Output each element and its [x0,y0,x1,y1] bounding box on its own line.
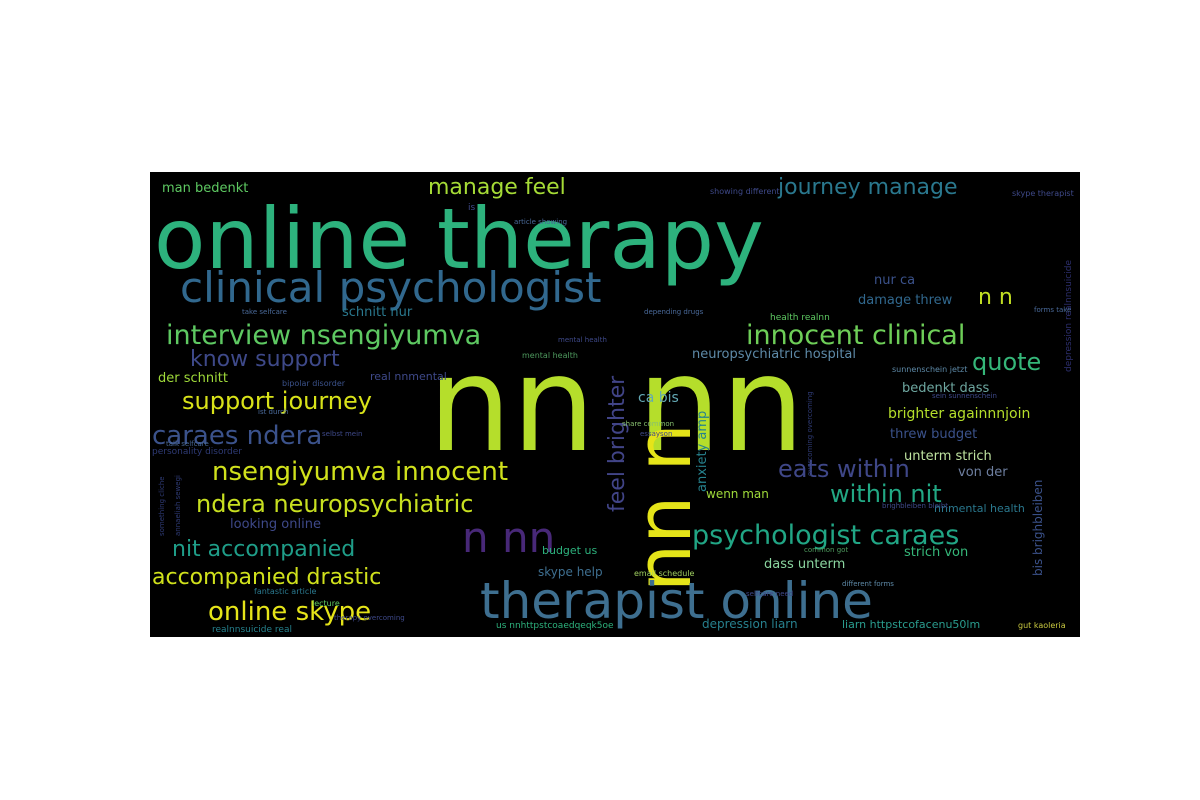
word: email schedule [634,569,695,578]
word: n n [978,285,1013,310]
word: depression liarn [702,617,798,631]
word: article showing [514,218,567,226]
word: skype therapist [1012,189,1074,198]
word: annaeliah sewegi [174,475,182,536]
word: feel brighter [605,375,630,512]
word: therapy overcoming [334,614,405,622]
word: manage feel [428,175,566,200]
word: wenn man [706,487,769,501]
word-cloud: online therapy clinical psychologist nn … [150,172,1080,637]
word: mental health [522,351,578,360]
word: nur ca [874,273,915,288]
word: bis brighbleiben [1031,480,1045,576]
word: skype help [538,565,603,579]
word: fantastic article [254,587,316,596]
word: brighbleiben bleibt [882,502,948,510]
word: know support [190,347,340,372]
word: dass unterm [764,557,845,572]
word: liarn httpstcofacenu50lm [842,618,980,631]
word: realnnsuicide real [212,625,292,635]
word: unterm strich [904,449,992,464]
word: real nnmental [370,370,447,383]
word: us nnhttpstcoaedqeqk5oe [496,621,614,631]
word: mental health [558,336,607,344]
word: schnitt nur [342,305,413,320]
word: lecture [312,599,340,608]
word: anxiety amp [695,411,710,492]
word: talk selfcare [166,440,209,448]
word: der schnitt [158,371,228,386]
word: something cliche [158,476,166,536]
word: overcoming overcoming [806,391,814,476]
word: depending drugs [644,308,704,316]
word: ca bis [638,390,679,406]
word: brighter againnnjoin [888,406,1030,422]
word: quote [972,348,1041,376]
word-cloud-canvas: online therapy clinical psychologist nn … [150,172,1080,637]
word: sein sunnenschein [932,392,997,400]
word: ndera neuropsychiatric [196,490,474,518]
word: depression realnnsuicide [1064,260,1074,372]
word: strich von [904,545,968,560]
word: threw budget [890,427,977,442]
word: selbst mein [322,430,362,438]
word: common got [804,546,848,554]
word: budget us [542,544,597,557]
word: health realnn [770,313,830,323]
word: different forms [842,580,894,588]
word: neuropsychiatric hospital [692,347,856,362]
word: nsengiyumva innocent [212,457,508,487]
word: online skype [208,597,371,627]
word: forms take [1034,306,1071,314]
word: journey manage [777,175,958,200]
word: nit accompanied [172,537,355,562]
word: gut kaoleria [1018,621,1066,630]
word: take selfcare [242,308,287,316]
word: ist durch [258,408,288,416]
word: man bedenkt [162,181,248,196]
word: eats within [778,455,910,483]
word: personality disorder [152,447,242,457]
word: showing different [710,187,780,196]
word: looking online [230,517,321,532]
word: share common [622,420,674,428]
word: selfcare need [746,590,793,598]
word: von der [958,465,1008,480]
word: damage threw [858,293,953,308]
word: essayson [640,430,672,438]
word: bipolar disorder [282,379,346,388]
word: is [468,203,476,213]
word: sunnenschein jetzt [892,365,967,374]
